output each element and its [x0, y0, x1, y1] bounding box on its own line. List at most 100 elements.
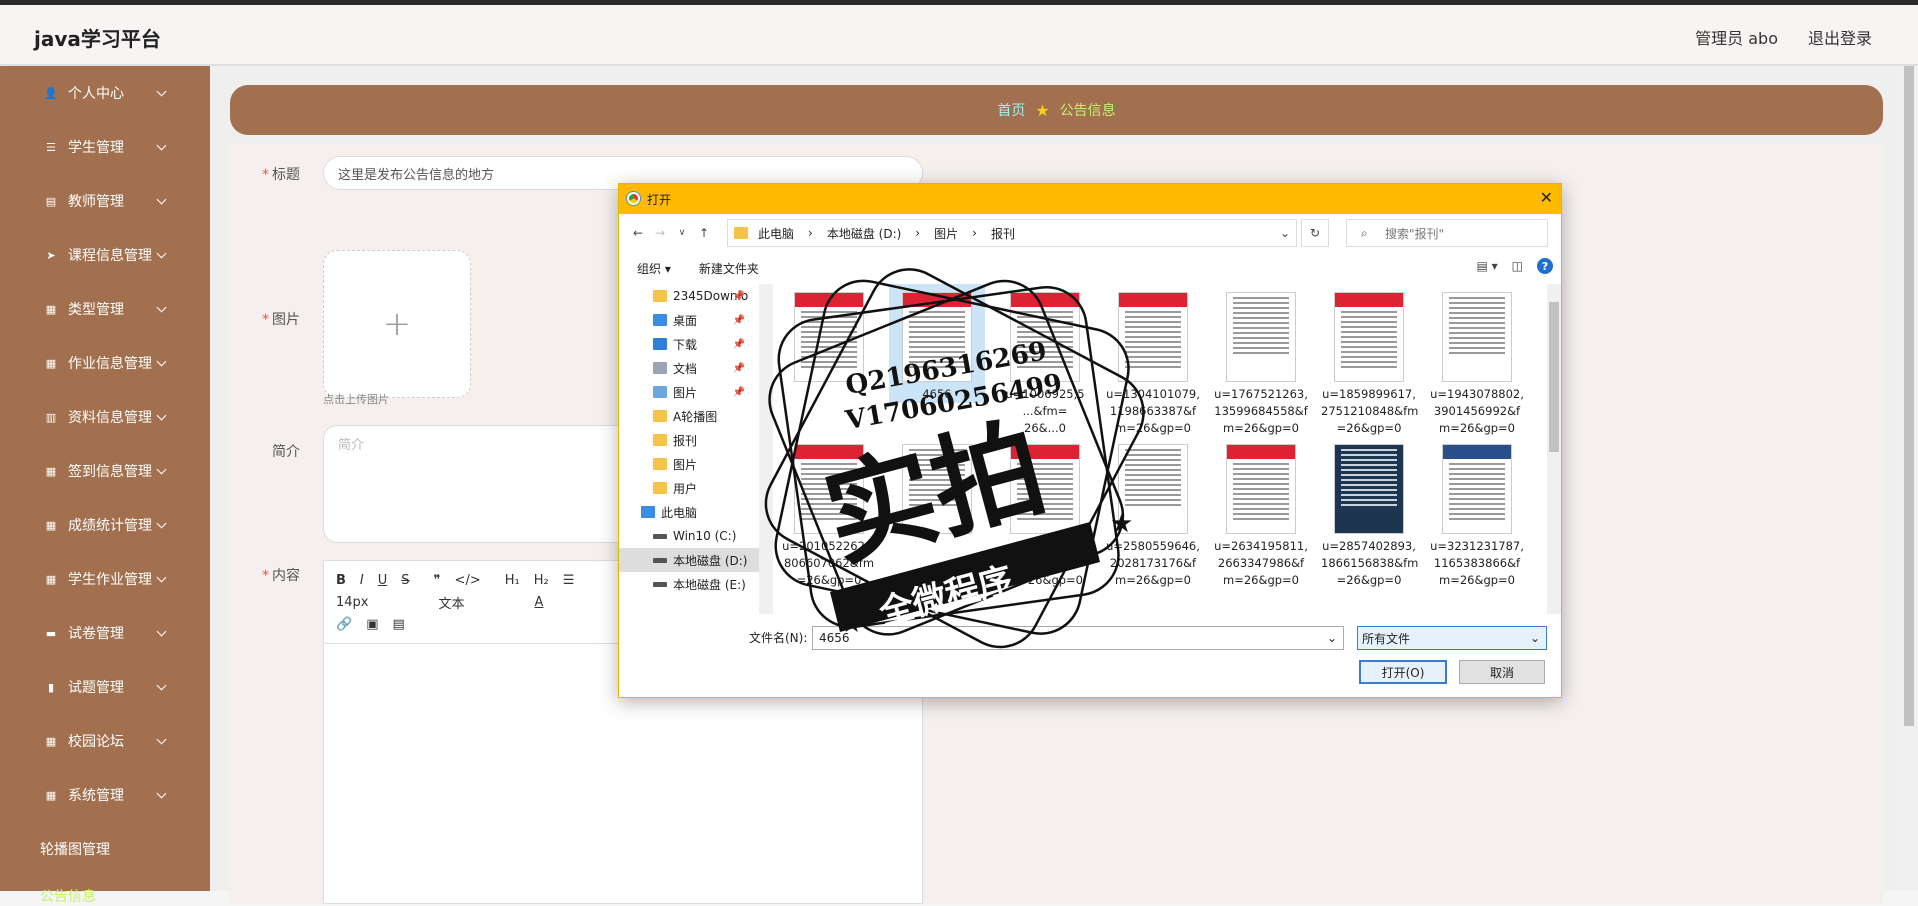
sidebar-item-3[interactable]: ➤ 课程信息管理 [0, 228, 210, 282]
tree-scrollbar[interactable] [759, 284, 773, 614]
new-folder-button[interactable]: 新建文件夹 [699, 260, 759, 277]
code-icon[interactable]: </> [455, 573, 481, 588]
tree-item[interactable]: 2345Downlo 📌 [619, 284, 759, 308]
sidebar-item-0[interactable]: 👤 个人中心 [0, 66, 210, 120]
back-icon[interactable]: ← [627, 226, 649, 240]
path-segment[interactable]: 报刊 [991, 225, 1015, 242]
address-bar[interactable]: ⌄ 此电脑 › 本地磁盘 (D:) › 图片 › 报刊 [727, 219, 1297, 247]
file-item[interactable] [889, 436, 985, 538]
tree-item[interactable]: 本地磁盘 (D:) [619, 548, 759, 572]
image-upload-button[interactable]: + [323, 250, 471, 398]
strike-icon[interactable]: S [401, 573, 409, 588]
path-segment[interactable]: 图片 [934, 225, 958, 242]
list-icon[interactable]: ☰ [563, 573, 575, 588]
image-icon[interactable]: ▣ [366, 617, 378, 632]
sidebar-item-1[interactable]: ☰ 学生管理 [0, 120, 210, 174]
file-item[interactable]: u=1859899617, 2751210848&fm =26&gp=0 [1321, 284, 1418, 437]
tree-item[interactable]: 此电脑 [619, 500, 759, 524]
chevron-down-icon[interactable]: ⌄ [1327, 631, 1337, 645]
file-item[interactable]: ...1 ...0080&f m=26&gp=0 [997, 436, 1093, 589]
user-name[interactable]: 管理员 abo [1695, 25, 1778, 49]
sidebar-item-12[interactable]: ▦ 校园论坛 [0, 714, 210, 768]
chevron-down-icon [156, 140, 167, 151]
tree-item-label: 图片 [673, 457, 698, 472]
file-list-scroll-thumb[interactable] [1549, 302, 1559, 452]
sidebar-item-8[interactable]: ▦ 成绩统计管理 [0, 498, 210, 552]
tree-item[interactable]: 图片 [619, 452, 759, 476]
h1-icon[interactable]: H₁ [505, 573, 520, 588]
sidebar-item-11[interactable]: ▮ 试题管理 [0, 660, 210, 714]
file-item[interactable]: u=2634195811, 2663347986&f m=26&gp=0 [1213, 436, 1309, 589]
logout-link[interactable]: 退出登录 [1808, 25, 1872, 49]
filetype-select[interactable]: 所有文件 ⌄ [1357, 626, 1547, 650]
sidebar-item-9[interactable]: ▦ 学生作业管理 [0, 552, 210, 606]
file-item[interactable]: 4656 [889, 284, 985, 403]
sidebar-item-4[interactable]: ▦ 类型管理 [0, 282, 210, 336]
up-icon[interactable]: ↑ [693, 226, 715, 240]
sidebar-item-6[interactable]: ▥ 资料信息管理 [0, 390, 210, 444]
send-icon: ➤ [46, 248, 56, 262]
tree-item[interactable]: 用户 [619, 476, 759, 500]
file-item[interactable]: u=1304101079, 1198663387&f m=26&gp=0 [1105, 284, 1201, 437]
sidebar-item-label: 作业信息管理 [68, 356, 152, 372]
path-segment[interactable]: 此电脑 [758, 225, 794, 242]
sidebar-item-active[interactable]: 公告信息 [0, 876, 210, 906]
tree-item[interactable]: 报刊 [619, 428, 759, 452]
text-style-select[interactable]: 文本 [439, 593, 465, 612]
cancel-button[interactable]: 取消 [1459, 660, 1545, 684]
file-item[interactable]: u=1767521263, 13599684558&f m=26&gp=0 [1213, 284, 1309, 437]
pane-icon[interactable]: ◫ [1512, 259, 1523, 273]
underline-icon[interactable]: U [378, 573, 388, 588]
view-icon[interactable]: ▤ ▾ [1476, 259, 1497, 273]
path-segment[interactable]: 本地磁盘 (D:) [827, 225, 901, 242]
font-size-select[interactable]: 14px [336, 595, 369, 610]
tree-item[interactable]: 文档 📌 [619, 356, 759, 380]
sidebar-item-banner[interactable]: 轮播图管理 [0, 822, 210, 876]
file-item[interactable]: u=1943078802, 3901456992&f m=26&gp=0 [1429, 284, 1525, 437]
font-color-icon[interactable]: A [535, 595, 544, 610]
tree-item[interactable]: 本地磁盘 (E:) [619, 572, 759, 596]
close-icon[interactable]: ✕ [1540, 188, 1553, 207]
file-item[interactable]: u=3231231787, 1165383866&f m=26&gp=0 [1429, 436, 1525, 589]
help-icon[interactable]: ? [1537, 258, 1553, 274]
open-button[interactable]: 打开(O) [1359, 660, 1447, 684]
tree-item[interactable]: 桌面 📌 [619, 308, 759, 332]
sidebar-item-10[interactable]: ▬ 试卷管理 [0, 606, 210, 660]
chevron-down-icon[interactable]: ∨ [671, 228, 693, 238]
refresh-icon[interactable]: ↻ [1301, 219, 1329, 247]
chevron-down-icon[interactable]: ⌄ [1530, 631, 1540, 645]
file-item[interactable] [781, 284, 877, 386]
tree-item[interactable]: 下载 📌 [619, 332, 759, 356]
sidebar-item-5[interactable]: ▦ 作业信息管理 [0, 336, 210, 390]
filename-input[interactable]: 4656 ⌄ [812, 626, 1344, 650]
bold-icon[interactable]: B [336, 573, 346, 588]
drive-icon [653, 533, 667, 539]
quote-icon[interactable]: ❞ [434, 573, 441, 588]
file-item[interactable]: u=2857402893, 1866156838&fm =26&gp=0 [1321, 436, 1419, 589]
tree-item[interactable]: A轮播图 [619, 404, 759, 428]
tree-item[interactable]: 图片 📌 [619, 380, 759, 404]
h2-icon[interactable]: H₂ [534, 573, 549, 588]
breadcrumb-home[interactable]: 首页 [997, 100, 1025, 120]
file-item[interactable]: u=2010522626, 806607062&fm =26&gp=0 [781, 436, 877, 589]
forward-icon[interactable]: → [649, 226, 671, 240]
file-item[interactable]: u=2580559646, 2028173176&f m=26&gp=0 [1105, 436, 1201, 589]
file-name: u=2857402893, 1866156838&fm =26&gp=0 [1321, 539, 1419, 587]
chevron-down-icon [156, 572, 167, 583]
file-item[interactable]: u=1006925,5 ...&fm= 26&...0 [997, 284, 1093, 437]
sidebar-item-7[interactable]: ▦ 签到信息管理 [0, 444, 210, 498]
organize-button[interactable]: 组织 ▾ [637, 260, 671, 277]
italic-icon[interactable]: I [360, 573, 364, 588]
file-thumbnail [1226, 292, 1296, 382]
video-icon[interactable]: ▤ [392, 617, 404, 632]
tree-item[interactable]: Win10 (C:) [619, 524, 759, 548]
pin-icon: 📌 [732, 386, 745, 398]
sidebar-item-2[interactable]: ▤ 教师管理 [0, 174, 210, 228]
link-icon[interactable]: 🔗 [336, 617, 352, 632]
chevron-down-icon[interactable]: ⌄ [1280, 226, 1290, 240]
sidebar-item-13[interactable]: ▦ 系统管理 [0, 768, 210, 822]
page-scroll-thumb[interactable] [1904, 66, 1914, 726]
breadcrumb: 首页 ★ 公告信息 [230, 85, 1883, 135]
search-input[interactable]: ⌕ 搜索"报刊" [1346, 219, 1548, 247]
pin-icon: 📌 [732, 362, 745, 374]
